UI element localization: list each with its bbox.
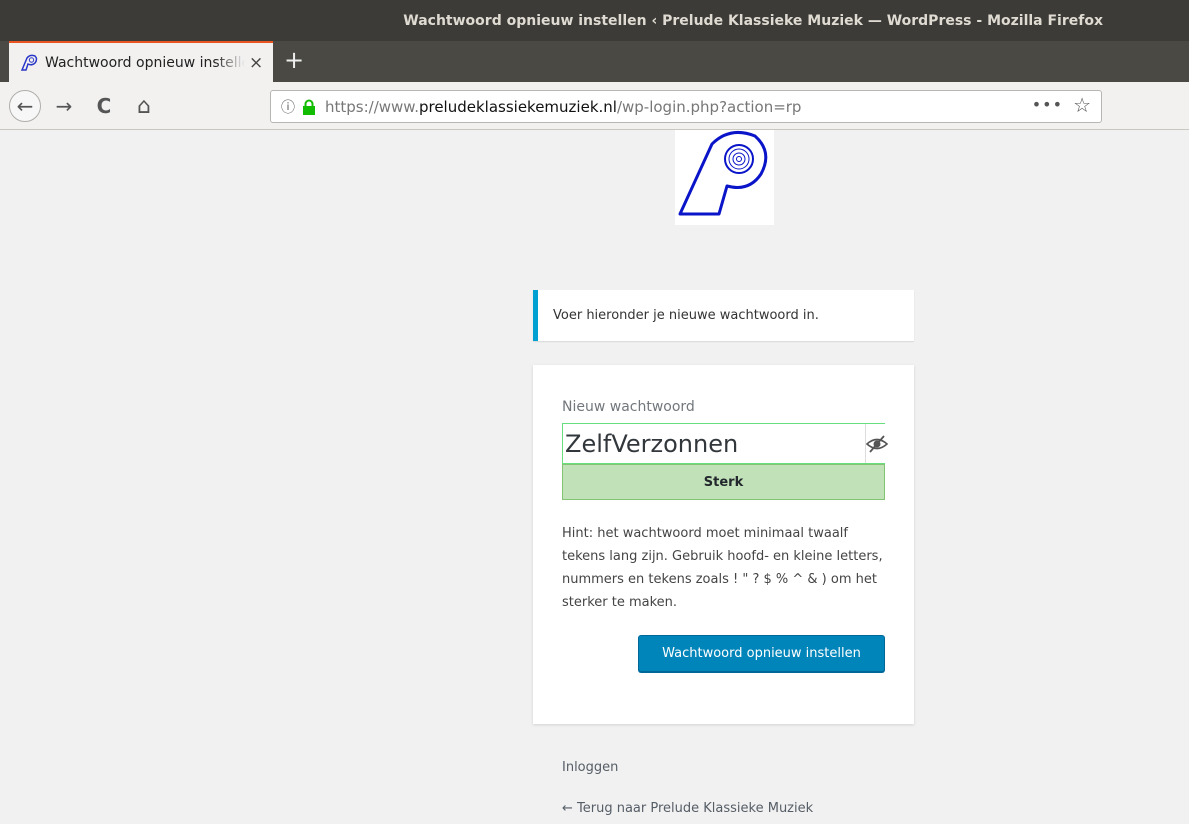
new-tab-button[interactable]: + <box>282 47 306 75</box>
tab-close-icon[interactable]: × <box>249 53 263 73</box>
reset-password-form: Nieuw wachtwoord Sterk Hint: het wachtwo… <box>533 365 914 724</box>
window-title: Wachtwoord opnieuw instellen ‹ Prelude K… <box>403 12 1103 29</box>
back-to-site-link[interactable]: ← Terug naar Prelude Klassieke Muziek <box>562 801 813 816</box>
url-domain: preludeklassiekemuziek.nl <box>418 97 617 116</box>
page-actions-button[interactable]: ••• <box>1032 95 1063 114</box>
reload-icon: C <box>96 94 112 118</box>
login-link[interactable]: Inloggen <box>562 760 618 775</box>
navigation-toolbar: ← → C ⌂ ⓘ https://www.preludeklassiekemu… <box>0 82 1189 130</box>
eye-slash-icon <box>866 434 888 453</box>
site-info-icon[interactable]: ⓘ <box>281 97 295 117</box>
url-text: https://www.preludeklassiekemuziek.nl/wp… <box>325 98 801 116</box>
bookmark-star-icon[interactable]: ☆ <box>1073 93 1091 117</box>
back-button[interactable]: ← <box>9 90 41 122</box>
url-prefix: https://www. <box>325 97 419 116</box>
url-path: /wp-login.php?action=rp <box>616 97 802 116</box>
home-icon: ⌂ <box>137 93 151 119</box>
site-favicon-icon <box>20 54 38 71</box>
window-titlebar: Wachtwoord opnieuw instellen ‹ Prelude K… <box>0 0 1189 41</box>
password-strength-indicator: Sterk <box>562 464 885 500</box>
password-field-wrapper <box>562 423 888 464</box>
new-password-input[interactable] <box>563 424 865 463</box>
tab-bar: Wachtwoord opnieuw instellen ‹ Prelude K… <box>0 41 1189 82</box>
prelude-logo-icon <box>678 130 768 216</box>
tab-label: Wachtwoord opnieuw instellen ‹ Prelude K… <box>45 54 245 71</box>
home-button[interactable]: ⌂ <box>128 90 160 122</box>
password-label: Nieuw wachtwoord <box>562 399 695 415</box>
reset-password-button[interactable]: Wachtwoord opnieuw instellen <box>638 635 885 672</box>
notice-message: Voer hieronder je nieuwe wachtwoord in. <box>553 308 819 323</box>
info-notice: Voer hieronder je nieuwe wachtwoord in. <box>533 290 914 341</box>
forward-arrow-icon: → <box>55 94 73 118</box>
hide-password-button[interactable] <box>865 424 888 463</box>
tab-active[interactable]: Wachtwoord opnieuw instellen ‹ Prelude K… <box>9 41 273 82</box>
secure-lock-icon <box>303 99 315 115</box>
site-logo[interactable] <box>675 130 774 225</box>
back-arrow-icon: ← <box>16 94 34 118</box>
strength-label: Sterk <box>703 474 744 490</box>
url-bar[interactable]: ⓘ https://www.preludeklassiekemuziek.nl/… <box>270 90 1102 123</box>
reload-button[interactable]: C <box>88 90 120 122</box>
password-hint: Hint: het wachtwoord moet minimaal twaal… <box>562 526 883 610</box>
forward-button[interactable]: → <box>48 90 80 122</box>
page-content: Voer hieronder je nieuwe wachtwoord in. … <box>0 130 1189 824</box>
